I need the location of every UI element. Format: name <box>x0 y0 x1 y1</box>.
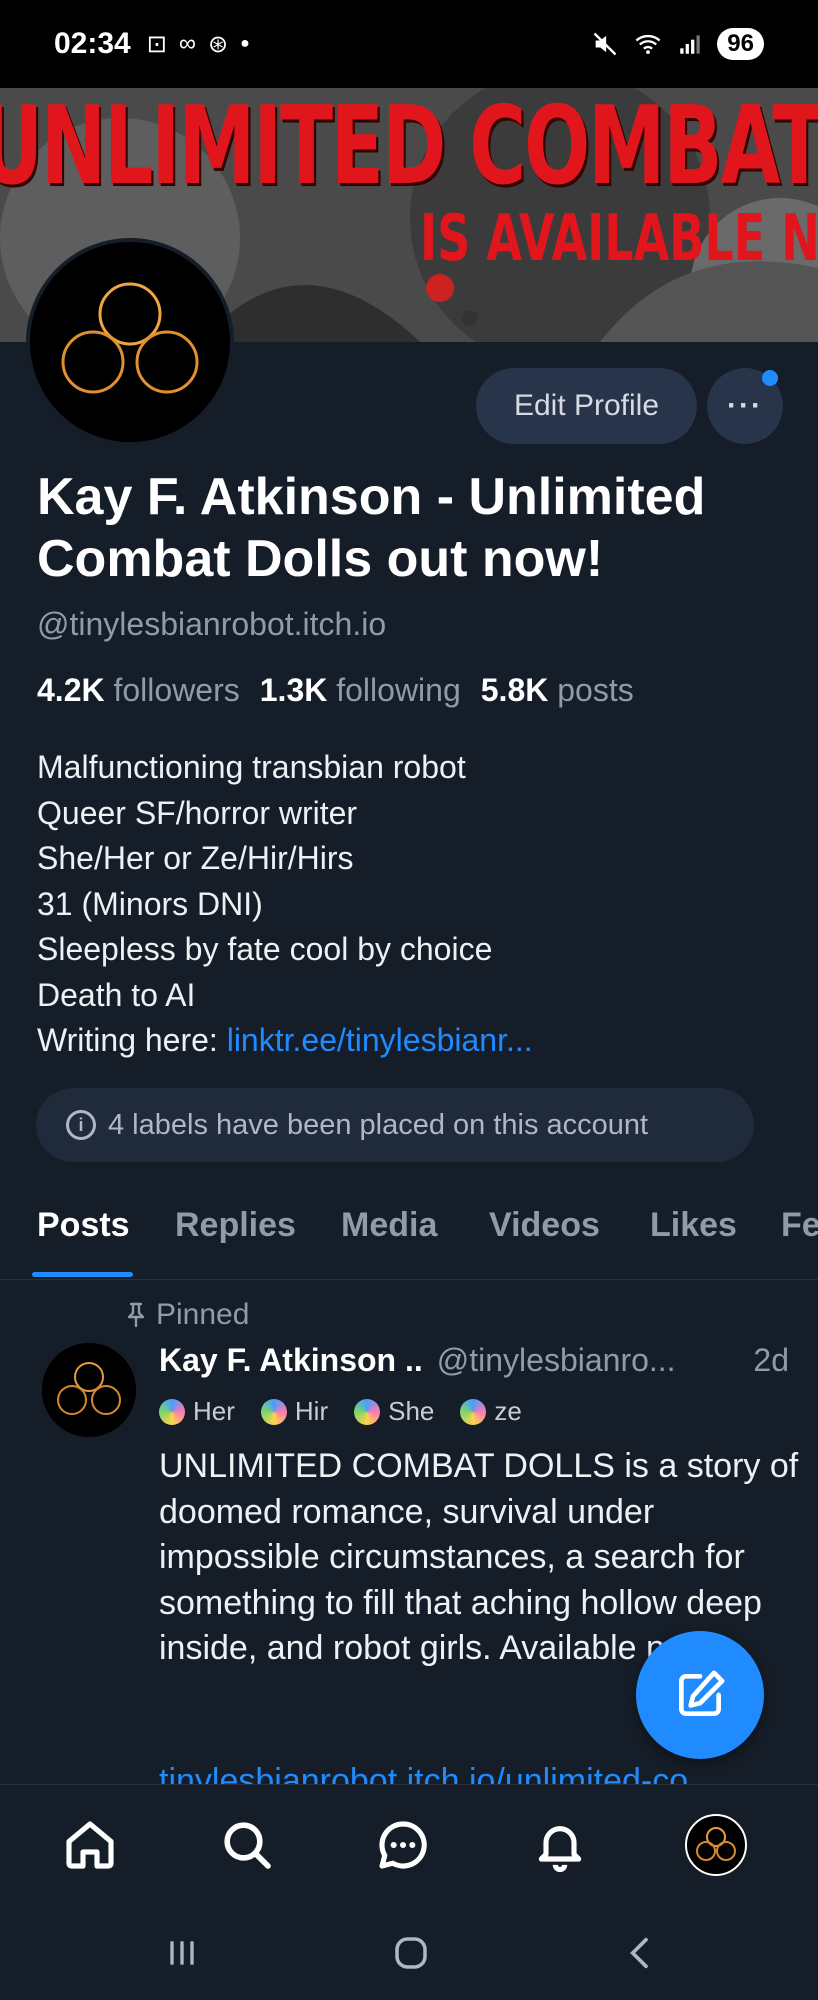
tab-videos[interactable]: Videos <box>489 1206 600 1245</box>
pronoun-label: She <box>388 1396 435 1426</box>
post-author-handle[interactable]: @tinylesbianro... <box>437 1342 676 1379</box>
profile-tabs: Posts Replies Media Videos Likes Fe <box>0 1196 818 1280</box>
profile-bio: Malfunctioning transbian robot Queer SF/… <box>37 745 533 1064</box>
avatar-rings-icon <box>42 1343 136 1437</box>
post-author-avatar[interactable] <box>42 1343 136 1437</box>
bio-line: She/Her or Ze/Hir/Hirs <box>37 840 354 876</box>
avatar-rings-icon <box>30 242 230 442</box>
pronoun-flag-icon <box>260 1398 287 1425</box>
nav-home[interactable] <box>58 1813 122 1877</box>
post-header: Kay F. Atkinson .. @tinylesbianro... 2d <box>159 1342 789 1379</box>
status-bar: 02:34 ⊡ ∞ ⊛ ● 96 <box>0 0 818 88</box>
tab-posts[interactable]: Posts <box>37 1206 130 1245</box>
nav-notifications[interactable] <box>528 1813 592 1877</box>
compose-button[interactable] <box>636 1631 764 1759</box>
display-name: Kay F. Atkinson - Unlimited Combat Dolls… <box>37 468 706 588</box>
more-notifications-dot-icon: ● <box>240 35 250 52</box>
profile-handle: @tinylesbianrobot.itch.io <box>37 606 387 642</box>
profile-avatar[interactable] <box>26 238 234 446</box>
home-system-button[interactable] <box>381 1928 441 1978</box>
battery-indicator: 96 <box>717 28 764 60</box>
pin-icon <box>127 1302 145 1328</box>
pronoun-badge: ze <box>460 1396 522 1427</box>
pronoun-label: Her <box>193 1396 235 1426</box>
tab-feeds[interactable]: Fe <box>781 1206 818 1245</box>
profile-stats: 4.2K followers 1.3K following 5.8K posts <box>37 672 634 709</box>
bottom-navigation <box>0 1784 818 1908</box>
pronoun-flag-icon <box>460 1398 487 1425</box>
pronoun-flag-icon <box>159 1398 185 1425</box>
tab-media[interactable]: Media <box>341 1206 437 1245</box>
pronoun-label: Hir <box>294 1396 329 1426</box>
recent-apps-icon <box>170 1941 194 1965</box>
screenshot-icon: ⊡ <box>146 30 167 58</box>
tab-likes[interactable]: Likes <box>650 1206 737 1245</box>
search-icon <box>224 1822 271 1869</box>
labels-notice-text: 4 labels have been placed on this accoun… <box>108 1108 649 1141</box>
account-labels-notice[interactable]: i 4 labels have been placed on this acco… <box>36 1088 754 1162</box>
signal-icon <box>680 35 701 54</box>
pronoun-badge: She <box>354 1396 434 1427</box>
notification-dot <box>762 370 778 386</box>
post-timestamp[interactable]: 2d <box>753 1342 789 1379</box>
posts-label: posts <box>557 672 634 708</box>
bio-line: Sleepless by fate cool by choice <box>37 931 493 967</box>
system-navigation <box>0 1908 818 2000</box>
pronoun-badge: Her <box>159 1396 235 1427</box>
post-author-name[interactable]: Kay F. Atkinson .. <box>159 1342 423 1379</box>
pronoun-badges: Her Hir She ze <box>159 1396 522 1427</box>
wifi-icon <box>635 34 661 55</box>
followers-count: 4.2K <box>37 672 105 708</box>
bio-link-line: Writing here: linktr.ee/tinylesbianr... <box>37 1018 533 1064</box>
status-notification-icons: ⊡ ∞ ⊛ ● <box>147 30 250 59</box>
pinned-label: Pinned <box>156 1298 250 1331</box>
pronoun-label: ze <box>494 1396 522 1426</box>
app-notification-icon: ⊛ <box>207 30 229 58</box>
posts-stat: 5.8K posts <box>481 672 634 709</box>
mute-icon <box>593 32 617 56</box>
followers-label: followers <box>113 672 240 708</box>
status-time: 02:34 <box>54 27 131 60</box>
banner-title: UNLIMITED COMBAT DOLLS <box>0 88 818 209</box>
bell-icon <box>538 1826 582 1872</box>
home-circle-icon <box>395 1937 427 1969</box>
active-tab-indicator <box>32 1272 133 1277</box>
tab-replies[interactable]: Replies <box>175 1206 296 1245</box>
pronoun-flag-icon <box>354 1398 381 1425</box>
following-stat[interactable]: 1.3K following <box>260 672 461 709</box>
compose-icon <box>679 1670 725 1716</box>
back-button[interactable] <box>611 1928 671 1978</box>
pronoun-badge: Hir <box>260 1396 329 1427</box>
edit-profile-button[interactable]: Edit Profile <box>476 368 697 444</box>
bio-line: Queer SF/horror writer <box>37 794 358 831</box>
info-icon: i <box>66 1110 96 1140</box>
home-icon <box>66 1821 114 1869</box>
followers-stat[interactable]: 4.2K followers <box>37 672 240 709</box>
nav-search[interactable] <box>215 1813 279 1877</box>
recent-apps-button[interactable] <box>152 1928 212 1978</box>
chat-icon <box>379 1821 427 1869</box>
bio-line: Malfunctioning transbian robot <box>37 749 466 785</box>
bio-link-prefix: Writing here: <box>37 1022 227 1058</box>
nav-messages[interactable] <box>371 1813 435 1877</box>
following-label: following <box>336 672 461 708</box>
posts-count: 5.8K <box>480 672 549 708</box>
voicemail-icon: ∞ <box>178 30 196 57</box>
nav-profile[interactable] <box>684 1813 748 1877</box>
bio-line: Death to AI <box>37 976 196 1013</box>
following-count: 1.3K <box>259 672 328 708</box>
bio-line: 31 (Minors DNI) <box>37 885 263 922</box>
profile-avatar-icon <box>685 1814 747 1876</box>
bio-link[interactable]: linktr.ee/tinylesbianr... <box>227 1022 533 1058</box>
back-chevron-icon <box>630 1937 648 1969</box>
more-icon: ··· <box>727 389 763 422</box>
banner-subtitle: IS AVAILABLE NOW <box>420 202 818 276</box>
pinned-indicator: Pinned <box>124 1298 249 1332</box>
